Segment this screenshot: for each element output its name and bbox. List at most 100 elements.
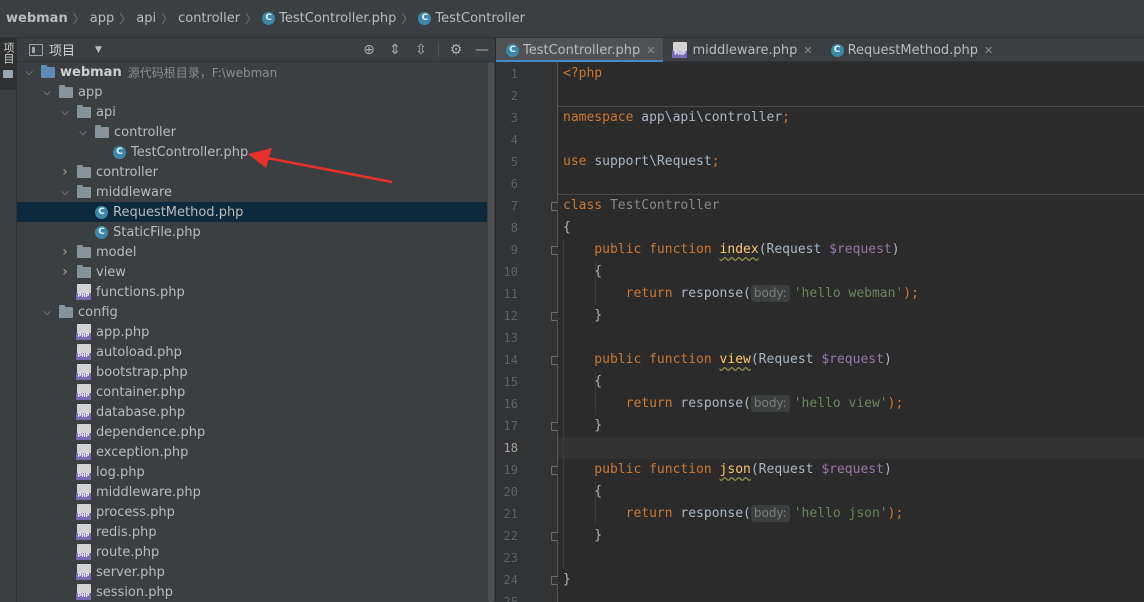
- close-icon[interactable]: ✕: [646, 44, 655, 57]
- line-number: 21: [503, 507, 518, 521]
- code-line: }: [558, 525, 1144, 547]
- tree-item[interactable]: app.php: [17, 322, 487, 342]
- project-tree: ⌵ webman 源代码根目录，F:\webman ⌵ app ⌵ api ⌵ controll…: [17, 62, 487, 602]
- tree-item-label: RequestMethod.php: [113, 204, 244, 220]
- php-file-icon: [76, 384, 91, 400]
- close-icon[interactable]: ✕: [984, 44, 993, 57]
- breadcrumb-item[interactable]: app: [90, 11, 114, 26]
- parameter-hint: body:: [750, 285, 790, 302]
- locate-icon[interactable]: ⊕: [356, 38, 382, 62]
- line-number: 12: [503, 309, 518, 323]
- breadcrumb-item[interactable]: C TestController.php: [262, 11, 396, 26]
- line-number: 11: [503, 287, 518, 301]
- tree-item[interactable]: C TestController.php: [17, 142, 487, 162]
- code-token: ): [883, 352, 892, 367]
- tree-item[interactable]: route.php: [17, 542, 487, 562]
- project-tool-button[interactable]: 项目: [0, 38, 16, 90]
- project-view-icon: [29, 43, 43, 56]
- tree-item[interactable]: middleware.php: [17, 482, 487, 502]
- tree-item[interactable]: session.php: [17, 582, 487, 602]
- tree-item[interactable]: autoload.php: [17, 342, 487, 362]
- tree-item[interactable]: › view: [17, 262, 487, 282]
- breadcrumb-separator: 〉: [72, 12, 85, 26]
- line-number: 5: [510, 155, 518, 169]
- code-token: {: [563, 484, 603, 499]
- tree-item[interactable]: C StaticFile.php: [17, 222, 487, 242]
- editor-gutter: 1 2 3 4 5 6 7 8 9 10 11 12 13 14 15 16 17 18 19 20 21 22 23 24 2…: [496, 62, 559, 602]
- php-file-icon: [76, 324, 91, 340]
- tree-item-label: config: [78, 304, 118, 320]
- tree-item[interactable]: log.php: [17, 462, 487, 482]
- chevron-down-icon[interactable]: ⌵: [59, 187, 71, 198]
- scrollbar-thumb[interactable]: [488, 62, 494, 602]
- folder-icon: [77, 264, 91, 278]
- breadcrumb-separator: 〉: [161, 12, 174, 26]
- chevron-down-icon[interactable]: ⌵: [59, 107, 71, 118]
- tree-item-label: controller: [96, 164, 159, 180]
- project-panel-title[interactable]: 项目: [49, 40, 75, 59]
- tree-item[interactable]: ⌵ controller: [17, 122, 487, 142]
- tree-item[interactable]: ⌵ middleware: [17, 182, 487, 202]
- chevron-down-icon[interactable]: ⌵: [41, 307, 53, 318]
- chevron-down-icon[interactable]: ⌵: [41, 87, 53, 98]
- breadcrumb-item[interactable]: api: [136, 11, 156, 26]
- hide-icon[interactable]: —: [469, 38, 495, 62]
- tree-item[interactable]: › model: [17, 242, 487, 262]
- tree-item[interactable]: server.php: [17, 562, 487, 582]
- code-line: public function index(Request $request): [558, 239, 1144, 261]
- chevron-down-icon[interactable]: ▼: [95, 45, 102, 55]
- tree-item[interactable]: container.php: [17, 382, 487, 402]
- code-token: public: [563, 462, 650, 477]
- tree-item[interactable]: C RequestMethod.php: [17, 202, 487, 222]
- editor-tab[interactable]: C TestController.php ✕: [496, 38, 664, 63]
- breadcrumb-item[interactable]: webman: [6, 11, 68, 26]
- code-line: namespace app\api\controller;: [558, 107, 1144, 129]
- tree-item[interactable]: ⌵ config: [17, 302, 487, 322]
- project-panel-header: 项目 ▼ ⊕ ⇕ ⇳ ⚙ —: [17, 38, 495, 62]
- collapse-all-icon[interactable]: ⇳: [408, 38, 434, 62]
- tree-item[interactable]: redis.php: [17, 522, 487, 542]
- tree-item[interactable]: ⌵ app: [17, 82, 487, 102]
- tree-item[interactable]: bootstrap.php: [17, 362, 487, 382]
- code-token: $request: [829, 242, 892, 257]
- line-number: 15: [503, 375, 518, 389]
- code-line: public function view(Request $request): [558, 349, 1144, 371]
- tree-item[interactable]: process.php: [17, 502, 487, 522]
- tree-item-hint: 源代码根目录，F:\webman: [127, 65, 278, 80]
- editor-tab[interactable]: C RequestMethod.php ✕: [821, 38, 1002, 62]
- chevron-right-icon[interactable]: ›: [59, 244, 71, 260]
- php-file-icon: [76, 544, 91, 560]
- tree-item[interactable]: ⌵ webman 源代码根目录，F:\webman: [17, 62, 487, 82]
- tree-item-label: route.php: [96, 544, 160, 560]
- tree-item[interactable]: › controller: [17, 162, 487, 182]
- editor-tab[interactable]: middleware.php ✕: [663, 38, 820, 62]
- project-scrollbar[interactable]: [487, 62, 495, 602]
- breadcrumb-item[interactable]: C TestController: [418, 11, 525, 26]
- breadcrumb-item[interactable]: controller: [178, 11, 240, 26]
- tree-item[interactable]: ⌵ api: [17, 102, 487, 122]
- chevron-down-icon[interactable]: ⌵: [77, 127, 89, 138]
- tree-item-label: process.php: [96, 504, 175, 520]
- close-icon[interactable]: ✕: [803, 44, 812, 57]
- chevron-right-icon[interactable]: ›: [59, 264, 71, 280]
- tree-item[interactable]: database.php: [17, 402, 487, 422]
- tree-item-label: StaticFile.php: [113, 224, 201, 240]
- tree-item[interactable]: functions.php: [17, 282, 487, 302]
- toolbar-divider: [438, 43, 439, 57]
- line-number: 17: [503, 419, 518, 433]
- code-token: response(: [680, 396, 751, 411]
- tree-item-label: autoload.php: [96, 344, 182, 360]
- code-token: view: [719, 352, 751, 367]
- tree-item[interactable]: exception.php: [17, 442, 487, 462]
- code-editor[interactable]: <?php namespace app\api\controller; use su…: [558, 62, 1144, 602]
- code-token: }: [563, 308, 603, 323]
- settings-gear-icon[interactable]: ⚙: [443, 38, 469, 62]
- code-line: {: [558, 261, 1144, 283]
- chevron-down-icon[interactable]: ⌵: [23, 67, 35, 78]
- expand-all-icon[interactable]: ⇕: [382, 38, 408, 62]
- project-tool-window: 项目 ▼ ⊕ ⇕ ⇳ ⚙ — ⌵ webman 源代码根目录，F:\webman ⌵ app ⌵ a…: [17, 38, 495, 602]
- tree-item[interactable]: dependence.php: [17, 422, 487, 442]
- chevron-right-icon[interactable]: ›: [59, 164, 71, 180]
